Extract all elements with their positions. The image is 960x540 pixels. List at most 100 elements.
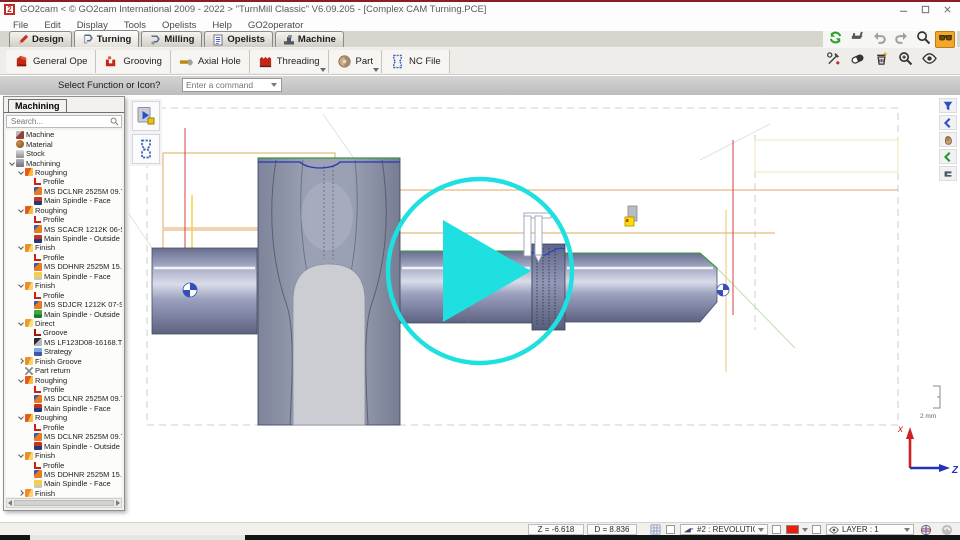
os-taskbar[interactable] bbox=[0, 535, 960, 540]
tab-design[interactable]: Design bbox=[9, 31, 72, 47]
command-input[interactable] bbox=[183, 80, 271, 90]
tree-item-profile[interactable]: Profile bbox=[6, 177, 122, 186]
grid-toggle-button[interactable] bbox=[648, 524, 662, 535]
tree-item-main-spindle-face[interactable]: Main Spindle - Face bbox=[6, 404, 122, 413]
tree-item-main-spindle-face[interactable]: Main Spindle - Face bbox=[6, 196, 122, 205]
window-close-button[interactable] bbox=[936, 2, 958, 17]
tree-item-roughing[interactable]: Roughing bbox=[6, 168, 122, 177]
color-dropdown-icon[interactable] bbox=[802, 528, 808, 532]
zoom-in-button[interactable] bbox=[895, 53, 915, 70]
tree-item-ms-sdjcr-1212k-07-s-t0[interactable]: MS SDJCR 1212K 07-S.T0 bbox=[6, 300, 122, 309]
ribbon-grooving-button[interactable]: Grooving bbox=[96, 50, 171, 73]
tree-item-roughing[interactable]: Roughing bbox=[6, 413, 122, 422]
cad-viewport[interactable]: 2 mm x Z bbox=[127, 96, 958, 522]
expander-open-icon[interactable] bbox=[17, 319, 25, 328]
tree-item-roughing[interactable]: Roughing bbox=[6, 375, 122, 384]
refresh-view-button[interactable] bbox=[940, 524, 954, 535]
prev-blue-button[interactable] bbox=[939, 115, 957, 130]
tree-search-input[interactable] bbox=[9, 116, 110, 127]
scroll-left-icon[interactable] bbox=[8, 500, 12, 506]
tree-item-profile[interactable]: Profile bbox=[6, 423, 122, 432]
tree-item-part-return[interactable]: Part return bbox=[6, 366, 122, 375]
filter-button[interactable] bbox=[939, 98, 957, 113]
ribbon-general-ope-button[interactable]: General Ope bbox=[6, 50, 96, 73]
scrollbar-thumb[interactable] bbox=[14, 500, 114, 506]
expander-open-icon[interactable] bbox=[17, 243, 25, 252]
tree-item-profile[interactable]: Profile bbox=[6, 460, 122, 469]
expander-open-icon[interactable] bbox=[17, 413, 25, 422]
tree-item-ms-dclnr-2525m-09-t00[interactable]: MS DCLNR 2525M 09.T00 bbox=[6, 432, 122, 441]
menu-help[interactable]: Help bbox=[204, 19, 240, 31]
chevron-down-icon[interactable] bbox=[271, 83, 277, 87]
tree-item-machining[interactable]: Machining bbox=[6, 158, 122, 167]
menu-edit[interactable]: Edit bbox=[36, 19, 68, 31]
tree-item-ms-dclnr-2525m-09-t00[interactable]: MS DCLNR 2525M 09.T00 bbox=[6, 187, 122, 196]
clean-button[interactable] bbox=[871, 53, 891, 70]
tree-item-main-spindle-outside[interactable]: Main Spindle - Outside bbox=[6, 441, 122, 450]
tree-item-finish[interactable]: Finish bbox=[6, 489, 122, 497]
sync-button[interactable] bbox=[825, 31, 845, 48]
ribbon-nc-file-button[interactable]: NC File bbox=[382, 50, 450, 73]
scroll-right-icon[interactable] bbox=[116, 500, 120, 506]
layer-dropdown[interactable]: LAYER : 1 bbox=[826, 524, 914, 535]
tree-item-profile[interactable]: Profile bbox=[6, 290, 122, 299]
tree-search-box[interactable] bbox=[6, 115, 122, 128]
ribbon-part-button[interactable]: Part bbox=[329, 50, 382, 73]
tree-item-profile[interactable]: Profile bbox=[6, 385, 122, 394]
color-checkbox[interactable] bbox=[812, 525, 821, 534]
glasses-button[interactable] bbox=[935, 31, 955, 48]
tree-horizontal-scrollbar[interactable] bbox=[6, 498, 122, 508]
tree-item-stock[interactable]: Stock bbox=[6, 149, 122, 158]
tree-item-profile[interactable]: Profile bbox=[6, 253, 122, 262]
expander-closed-icon[interactable] bbox=[17, 357, 25, 366]
tree-item-profile[interactable]: Profile bbox=[6, 215, 122, 224]
tree-item-machine[interactable]: Machine bbox=[6, 130, 122, 139]
tree-item-finish-groove[interactable]: Finish Groove bbox=[6, 357, 122, 366]
expander-open-icon[interactable] bbox=[17, 376, 25, 385]
tab-turning[interactable]: Turning bbox=[74, 30, 140, 47]
grid-checkbox[interactable] bbox=[666, 525, 675, 534]
tools-button[interactable] bbox=[823, 53, 843, 70]
redo-button[interactable] bbox=[891, 31, 911, 48]
tab-opelists[interactable]: Opelists bbox=[204, 31, 273, 47]
grab-button[interactable] bbox=[939, 132, 957, 147]
eraser-button[interactable] bbox=[847, 53, 867, 70]
tree-item-main-spindle-face[interactable]: Main Spindle - Face bbox=[6, 479, 122, 488]
tree-item-finish[interactable]: Finish bbox=[6, 451, 122, 460]
command-combobox[interactable] bbox=[182, 78, 282, 92]
tree-item-strategy[interactable]: Strategy bbox=[6, 347, 122, 356]
tab-milling[interactable]: Milling bbox=[141, 31, 202, 47]
tree-item-direct[interactable]: Direct bbox=[6, 319, 122, 328]
tree-item-ms-ddhnr-2525m-15-t00[interactable]: MS DDHNR 2525M 15.T00 bbox=[6, 262, 122, 271]
tree-item-main-spindle-face[interactable]: Main Spindle - Face bbox=[6, 272, 122, 281]
expander-closed-icon[interactable] bbox=[17, 489, 25, 497]
caliper-button[interactable] bbox=[847, 31, 867, 48]
window-maximize-button[interactable] bbox=[914, 2, 936, 17]
expander-open-icon[interactable] bbox=[17, 168, 25, 177]
prev-green-button[interactable] bbox=[939, 149, 957, 164]
tree-item-ms-scacr-1212k-06-s-t0[interactable]: MS SCACR 1212K 06-S.T0 bbox=[6, 224, 122, 233]
menu-file[interactable]: File bbox=[5, 19, 36, 31]
menu-opelists[interactable]: Opelists bbox=[154, 19, 204, 31]
tree-item-material[interactable]: Material bbox=[6, 139, 122, 148]
zoom-search-button[interactable] bbox=[913, 31, 933, 48]
tree-item-main-spindle-outside[interactable]: Main Spindle - Outside bbox=[6, 309, 122, 318]
expander-open-icon[interactable] bbox=[17, 451, 25, 460]
simulation-button[interactable] bbox=[132, 101, 160, 131]
machining-panel-tab[interactable]: Machining bbox=[8, 99, 67, 113]
tree-item-ms-ddhnr-2525m-15-t00[interactable]: MS DDHNR 2525M 15.T00 bbox=[6, 470, 122, 479]
tree-item-ms-lf123d08-16168-t01[interactable]: MS LF123D08-16168.T01 bbox=[6, 338, 122, 347]
menu-go2operator[interactable]: GO2operator bbox=[240, 19, 311, 31]
tree-item-ms-dclnr-2525m-09-t00[interactable]: MS DCLNR 2525M 09.T00 bbox=[6, 394, 122, 403]
window-minimize-button[interactable] bbox=[892, 2, 914, 17]
current-color-swatch[interactable] bbox=[786, 525, 799, 534]
ribbon-axial-hole-button[interactable]: Axial Hole bbox=[171, 50, 250, 73]
tree-item-finish[interactable]: Finish bbox=[6, 243, 122, 252]
tree-item-groove[interactable]: Groove bbox=[6, 328, 122, 337]
workplane-dropdown[interactable]: #2 : REVOLUTION bbox=[680, 524, 768, 535]
view-orientation-button[interactable] bbox=[918, 524, 933, 535]
expander-open-icon[interactable] bbox=[17, 281, 25, 290]
undo-button[interactable] bbox=[869, 31, 889, 48]
nc-tool-button[interactable] bbox=[132, 134, 160, 164]
clamp-button[interactable] bbox=[939, 166, 957, 181]
